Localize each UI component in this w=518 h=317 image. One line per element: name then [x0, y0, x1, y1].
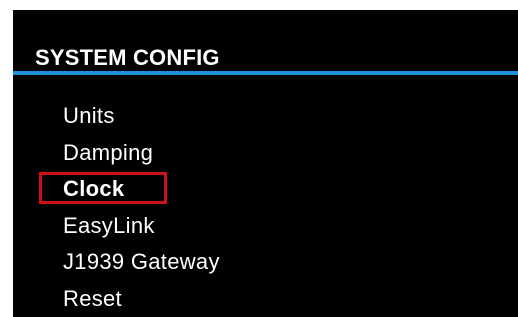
menu-item-j1939-gateway[interactable]: J1939 Gateway: [13, 244, 518, 281]
title-divider: [13, 71, 518, 75]
menu-item-reset[interactable]: Reset: [13, 281, 518, 317]
config-screen: SYSTEM CONFIG Units Damping Clock EasyLi…: [13, 10, 518, 317]
menu-item-units[interactable]: Units: [13, 98, 518, 135]
page-title: SYSTEM CONFIG: [35, 45, 220, 70]
menu-item-clock[interactable]: Clock: [13, 171, 518, 208]
menu-item-clock-label: Clock: [63, 176, 125, 201]
config-menu: Units Damping Clock EasyLink J1939 Gatew…: [13, 98, 518, 317]
menu-item-damping[interactable]: Damping: [13, 135, 518, 172]
menu-item-easylink[interactable]: EasyLink: [13, 208, 518, 245]
